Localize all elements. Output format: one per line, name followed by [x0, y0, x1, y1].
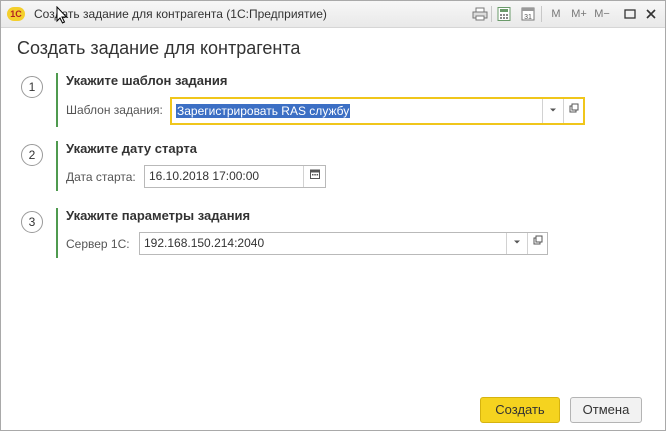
open-form-icon	[569, 103, 578, 113]
template-value[interactable]: Зарегистрировать RAS службу	[176, 104, 351, 118]
server-label: Сервер 1С:	[66, 237, 130, 251]
server-value[interactable]: 192.168.150.214:2040	[144, 236, 264, 250]
template-label: Шаблон задания:	[66, 103, 163, 117]
step-heading-params: Укажите параметры задания	[66, 208, 251, 223]
memory-subtract-icon[interactable]: M−	[593, 7, 611, 21]
step-heading-date: Укажите дату старта	[66, 141, 197, 156]
start-date-value[interactable]: 16.10.2018 17:00:00	[149, 169, 259, 183]
step-indicator-bar	[56, 208, 58, 258]
template-selected-text: Зарегистрировать RAS службу	[176, 104, 351, 118]
memory-add-icon[interactable]: M+	[570, 7, 588, 21]
step-heading-template: Укажите шаблон задания	[66, 73, 228, 88]
svg-text:31: 31	[524, 14, 532, 21]
close-icon[interactable]	[645, 7, 657, 21]
step-number-3: 3	[21, 211, 43, 233]
step-indicator-bar	[56, 73, 58, 127]
cancel-button[interactable]: Отмена	[570, 397, 642, 423]
server-dropdown-button[interactable]	[506, 233, 526, 254]
chevron-down-icon	[549, 108, 556, 112]
calculator-icon[interactable]	[497, 7, 511, 21]
calendar-icon	[309, 169, 320, 179]
step-indicator-bar	[56, 141, 58, 191]
step-number-2: 2	[21, 144, 43, 166]
create-button[interactable]: Создать	[480, 397, 560, 423]
app-logo-icon: 1С	[7, 7, 25, 21]
template-dropdown-button[interactable]	[542, 99, 562, 123]
toolbar-separator	[491, 6, 492, 22]
restore-icon[interactable]	[624, 7, 636, 21]
date-picker-button[interactable]	[303, 166, 325, 187]
toolbar-separator	[541, 6, 542, 22]
memory-store-icon[interactable]: M	[549, 7, 563, 21]
calendar-icon[interactable]: 31	[521, 7, 535, 21]
title-bar: 1С Создать задание для контрагента (1С:П…	[1, 1, 665, 28]
server-open-button[interactable]	[527, 233, 547, 254]
server-select-field[interactable]: 192.168.150.214:2040	[139, 232, 548, 255]
window-title: Создать задание для контрагента (1С:Пред…	[34, 7, 327, 21]
start-date-field[interactable]: 16.10.2018 17:00:00	[144, 165, 326, 188]
mouse-cursor-icon	[56, 6, 68, 24]
open-form-icon	[533, 235, 542, 245]
template-open-button[interactable]	[563, 99, 583, 123]
print-icon[interactable]	[472, 7, 488, 21]
template-select-field[interactable]: Зарегистрировать RAS службу	[170, 97, 585, 125]
start-date-label: Дата старта:	[66, 170, 136, 184]
chevron-down-icon	[513, 240, 520, 244]
step-number-1: 1	[21, 76, 43, 98]
form-title: Создать задание для контрагента	[17, 38, 301, 58]
dialog-window: 1С Создать задание для контрагента (1С:П…	[0, 0, 666, 431]
